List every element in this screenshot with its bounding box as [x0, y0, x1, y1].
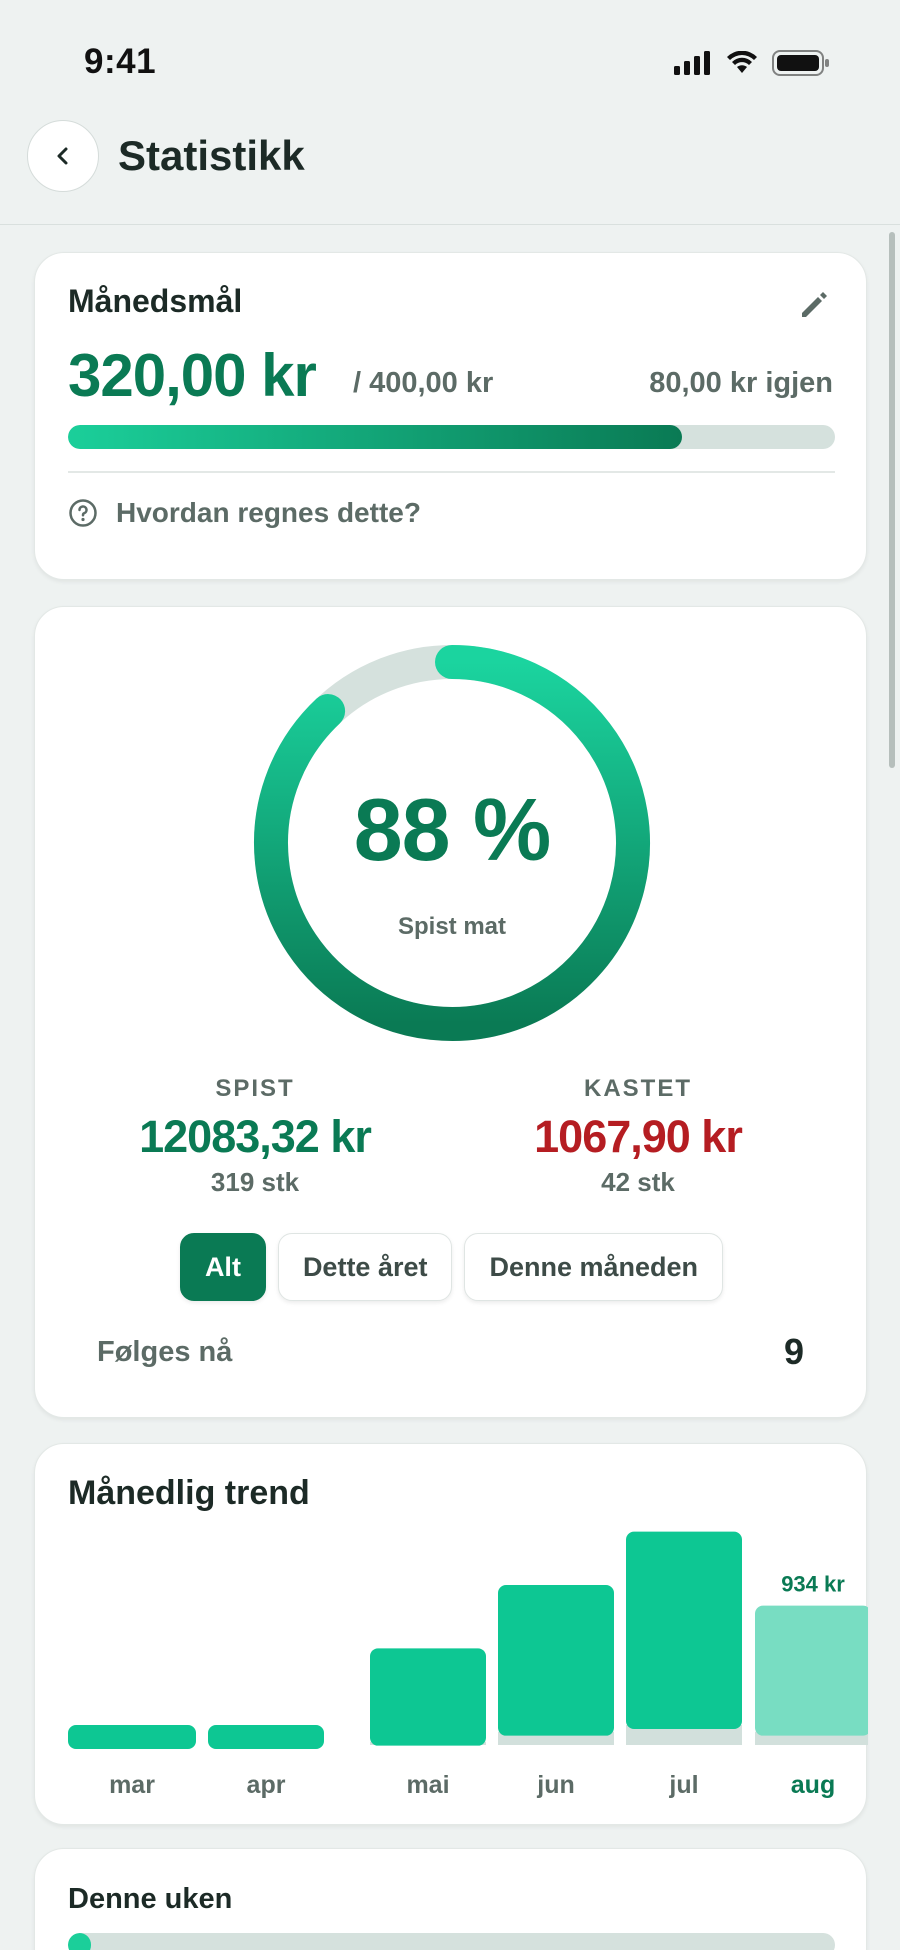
filter-this-year-chip[interactable]: Dette året [277, 1233, 453, 1301]
trend-chart: mar apr mai jun jul 934 kr aug [68, 1531, 868, 1799]
trend-bar-jun[interactable] [498, 1585, 614, 1736]
status-time: 9:41 [84, 42, 157, 81]
signal-icon [674, 51, 710, 75]
eaten-count: 319 stk [210, 1167, 300, 1197]
monthly-trend-card: Månedlig trend mar apr mai jun jul 934 kr aug [34, 1443, 868, 1825]
trend-value-label-aug: 934 kr [781, 1572, 845, 1597]
goal-title: Månedsmål [68, 283, 243, 319]
wifi-icon [727, 51, 757, 73]
following-count: 9 [783, 1331, 804, 1372]
status-icons [674, 50, 830, 76]
period-filter: Alt Dette året Denne måneden [35, 1233, 868, 1301]
scrollbar[interactable] [889, 232, 895, 768]
filter-all-chip[interactable]: Alt [179, 1233, 266, 1301]
wasted-summary: KASTET 1067,90 kr 42 stk [458, 1075, 818, 1198]
eaten-percent-label: Spist mat [397, 913, 507, 940]
question-circle-icon [69, 499, 97, 527]
trend-bar-mar[interactable] [68, 1725, 196, 1749]
chevron-left-icon [57, 147, 68, 165]
monthly-goal-card: Månedsmål 320,00 kr / 400,00 kr 80,00 kr… [34, 252, 867, 580]
filter-this-month-chip[interactable]: Denne måneden [464, 1233, 724, 1301]
goal-total: / 400,00 kr [353, 367, 494, 399]
wasted-label: KASTET [584, 1075, 692, 1102]
this-week-card: Denne uken [34, 1848, 867, 1950]
trend-bar-mai[interactable] [370, 1648, 486, 1746]
help-link-label: Hvordan regnes dette? [116, 497, 421, 528]
divider [68, 471, 835, 473]
goal-amount: 320,00 kr [68, 342, 317, 409]
eaten-stats-card: 88 % Spist mat SPIST 12083,32 kr 319 stk… [34, 606, 867, 1418]
trend-tick-label-mar: mar [109, 1771, 155, 1799]
eaten-amount: 12083,32 kr [139, 1111, 372, 1162]
week-progress-fill [68, 1933, 91, 1950]
trend-bar-jul[interactable] [626, 1531, 742, 1729]
wasted-amount: 1067,90 kr [534, 1111, 743, 1162]
week-title: Denne uken [68, 1883, 233, 1915]
trend-tick-label-aug: aug [791, 1771, 835, 1799]
week-progress-bar [68, 1933, 835, 1950]
header: Statistikk [0, 120, 900, 225]
status-bar: 9:41 [0, 0, 900, 120]
eaten-ring: 88 % Spist mat [252, 643, 652, 1043]
goal-progress-fill [68, 425, 682, 449]
trend-tick-label-apr: apr [247, 1771, 286, 1799]
trend-tick-label-jul: jul [668, 1771, 698, 1799]
goal-progress-bar [68, 425, 835, 449]
eaten-percent: 88 % [353, 780, 552, 879]
trend-tick-label-jun: jun [536, 1771, 575, 1799]
following-label: Følges nå [97, 1335, 233, 1368]
eaten-label: SPIST [215, 1075, 295, 1102]
page-title: Statistikk [118, 132, 305, 179]
following-row: Følges nå 9 [97, 1331, 804, 1373]
battery-icon [772, 50, 829, 76]
pencil-icon[interactable] [796, 287, 832, 323]
eaten-summary: SPIST 12083,32 kr 319 stk [75, 1075, 435, 1198]
trend-bar-apr[interactable] [208, 1725, 324, 1749]
goal-remaining: 80,00 kr igjen [649, 367, 833, 399]
wasted-count: 42 stk [601, 1167, 675, 1197]
back-button[interactable] [27, 120, 99, 192]
trend-tick-label-mai: mai [406, 1771, 449, 1799]
trend-bar-aug[interactable] [755, 1605, 868, 1736]
help-link[interactable]: Hvordan regnes dette? [68, 497, 421, 529]
